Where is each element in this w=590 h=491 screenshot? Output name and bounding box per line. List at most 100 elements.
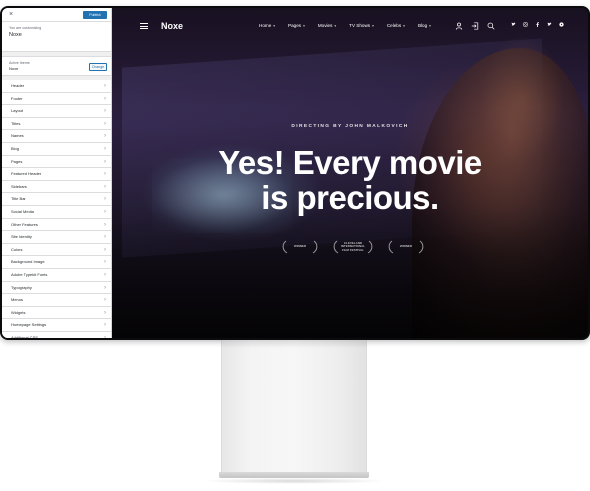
customizer-section-item[interactable]: Layout › — [2, 105, 111, 118]
chevron-right-icon: › — [104, 145, 106, 152]
chevron-right-icon: › — [104, 259, 106, 266]
customizer-section-item[interactable]: Sidebars › — [2, 180, 111, 194]
customizer-section-label: Social Media — [11, 208, 34, 214]
base-shadow — [200, 478, 388, 484]
customizer-section-item[interactable]: Widgets › — [2, 306, 111, 320]
facebook-icon[interactable] — [534, 21, 541, 31]
menu-item-label: Movies — [317, 23, 333, 28]
hero-eyebrow: DIRECTING BY JOHN MALKOVICH — [291, 124, 409, 129]
header-actions — [454, 21, 502, 31]
monitor: × Publish You are customizing Noxe Activ… — [0, 6, 590, 340]
customizer-section-label: Site Identity — [11, 234, 32, 240]
customizer-section-item[interactable]: Colors › — [2, 243, 111, 257]
chevron-right-icon: › — [104, 196, 106, 203]
customizer-section-item[interactable]: Adobe Typekit Fonts › — [2, 268, 111, 282]
chevron-down-icon: ▾ — [273, 24, 276, 28]
chevron-right-icon: › — [104, 83, 106, 89]
chevron-right-icon: › — [104, 271, 106, 278]
chevron-down-icon: ▾ — [429, 24, 431, 28]
customizer-section-label: Other Features — [11, 221, 38, 227]
menu-item-label: Celebs — [386, 23, 402, 28]
customizer-section-item[interactable]: Featured Header › — [2, 168, 111, 181]
youtube-icon[interactable] — [558, 21, 565, 31]
customizer-section-label: Adobe Typekit Fonts — [11, 271, 48, 277]
chevron-right-icon: › — [104, 95, 106, 102]
menu-item-home[interactable]: Home ▾ — [259, 21, 275, 31]
customizer-section-item[interactable]: Additional CSS › — [2, 331, 111, 338]
customizer-section-label: Blog — [11, 145, 20, 151]
customizer-section-label: Footer — [11, 95, 23, 101]
customizer-section-label: Widgets — [11, 309, 26, 315]
customizer-section-label: Title Bar — [11, 196, 26, 202]
menu-item-pages[interactable]: Pages ▾ — [288, 21, 305, 31]
publish-button[interactable]: Publish — [83, 11, 107, 19]
social-links — [510, 21, 570, 31]
customizer-section-item[interactable]: Typography › — [2, 281, 111, 295]
customizer-section-item[interactable]: Other Features › — [2, 218, 111, 232]
chevron-down-icon: ▾ — [403, 24, 405, 28]
customizer-section-item[interactable]: Header › — [2, 80, 111, 93]
customizer-section-item[interactable]: Background Image › — [2, 256, 111, 269]
award-text: WINNER — [399, 244, 413, 249]
site-header: Noxe Home ▾ Pages ▾ Movies ▾ TV Shows ▾ Celebs ▾ B… — [112, 8, 588, 44]
customizer-section-item[interactable]: Footer › — [2, 92, 111, 106]
menu-item-label: Pages — [288, 23, 302, 28]
customizer-section-label: Colors — [11, 246, 23, 252]
customizer-section-item[interactable]: Names › — [2, 130, 111, 143]
chevron-down-icon: ▾ — [303, 24, 305, 28]
customizer-section-label: Header — [11, 83, 25, 88]
chevron-right-icon: › — [104, 234, 106, 241]
award-laurel: WINNER — [280, 239, 320, 255]
menu-item-celebs[interactable]: Celebs ▾ — [387, 21, 405, 31]
hero-headline: Yes! Every movie is precious. — [112, 145, 588, 215]
user-icon[interactable] — [454, 21, 464, 31]
customizer-section-item[interactable]: Social Media › — [2, 205, 111, 219]
menu-item-movies[interactable]: Movies ▾ — [318, 21, 336, 31]
sign-in-icon[interactable] — [470, 21, 480, 31]
customizer-section-item[interactable]: Titles › — [2, 117, 111, 131]
customizer-section-label: Homepage Settings — [11, 322, 47, 328]
hamburger-menu-icon[interactable] — [140, 23, 148, 29]
award-laurels: WINNER CLEVELAND INTERNATIONAL FILM FEST… — [280, 239, 426, 255]
menu-item-blog[interactable]: Blog ▾ — [418, 21, 431, 31]
twitter-icon[interactable] — [510, 21, 517, 31]
customizer-section-item[interactable]: Title Bar › — [2, 193, 111, 206]
chevron-right-icon: › — [104, 221, 106, 228]
customizer-section-label: Pages — [11, 158, 23, 164]
chevron-right-icon: › — [104, 297, 106, 304]
hero-headline-line-1: Yes! Every movie — [218, 144, 482, 181]
award-line: FILM FESTIVAL — [341, 247, 365, 252]
customizer-section-item[interactable]: Blog › — [2, 142, 111, 156]
menu-item-label: Blog — [417, 23, 428, 28]
customizing-info: You are customizing Noxe — [2, 22, 111, 52]
change-theme-button[interactable]: Change — [89, 63, 107, 71]
customizer-section-label: Featured Header — [11, 171, 42, 177]
customizer-section-item[interactable]: Menus › — [2, 294, 111, 307]
instagram-icon[interactable] — [522, 21, 529, 31]
customizer-section-label: Typography — [11, 284, 32, 290]
active-theme-panel: Active theme Noxe Change — [2, 56, 111, 76]
site-logo[interactable]: Noxe — [161, 20, 183, 32]
award-text: WINNER — [293, 244, 307, 249]
device-mockup: × Publish You are customizing Noxe Activ… — [0, 0, 590, 491]
chevron-right-icon: › — [104, 208, 106, 215]
menu-item-label: TV Shows — [349, 23, 371, 28]
section-list: Header › Footer › Layout › Titles › Names › Blog › P… — [2, 80, 111, 338]
chevron-right-icon: › — [104, 183, 106, 190]
site-preview: Noxe Home ▾ Pages ▾ Movies ▾ TV Shows ▾ Celebs ▾ B… — [112, 8, 588, 338]
twitter-icon[interactable] — [546, 21, 553, 31]
chevron-right-icon: › — [104, 158, 106, 165]
customizer-section-item[interactable]: Site Identity › — [2, 231, 111, 244]
customizer-section-label: Additional CSS — [11, 334, 38, 338]
search-icon[interactable] — [486, 21, 496, 31]
customizer-section-label: Titles — [11, 120, 21, 126]
monitor-stand — [221, 340, 367, 472]
hero-headline-line-2: is precious. — [261, 179, 439, 216]
chevron-right-icon: › — [104, 108, 106, 115]
customizer-section-item[interactable]: Homepage Settings › — [2, 319, 111, 332]
customizer-section-item[interactable]: Pages › — [2, 155, 111, 169]
menu-item-tv-shows[interactable]: TV Shows ▾ — [349, 21, 374, 31]
customizer-header: × Publish — [2, 8, 111, 22]
close-icon[interactable]: × — [9, 11, 13, 18]
award-laurel: CLEVELAND INTERNATIONAL FILM FESTIVAL — [333, 239, 373, 255]
